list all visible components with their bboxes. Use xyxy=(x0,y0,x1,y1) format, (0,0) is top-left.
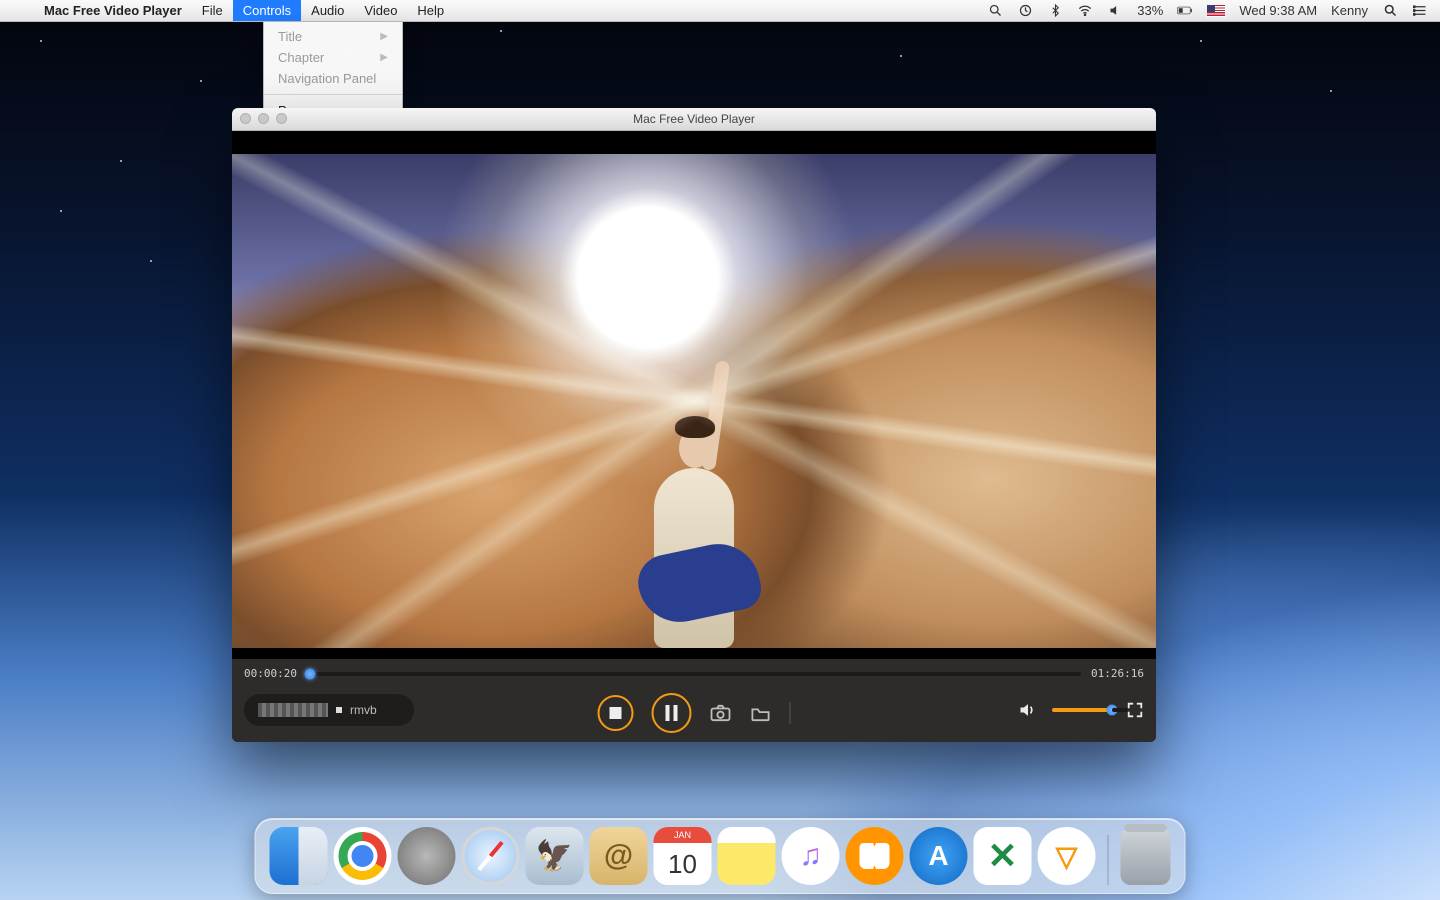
video-viewport[interactable] xyxy=(232,131,1156,671)
dock-spreadsheet-icon[interactable] xyxy=(974,827,1032,885)
fullscreen-button[interactable] xyxy=(1126,701,1144,719)
player-controlbar: 00:00:20 01:26:16 rmvb xyxy=(232,659,1156,742)
battery-icon[interactable] xyxy=(1177,3,1193,19)
window-minimize-button[interactable] xyxy=(258,113,269,124)
file-extension: rmvb xyxy=(350,703,377,717)
dock-itunes-icon[interactable] xyxy=(782,827,840,885)
dock-trash-icon[interactable] xyxy=(1121,829,1171,885)
dock-mail-icon[interactable] xyxy=(526,827,584,885)
app-name[interactable]: Mac Free Video Player xyxy=(34,0,192,21)
window-title: Mac Free Video Player xyxy=(633,112,755,126)
pause-button[interactable] xyxy=(652,693,692,733)
dock-ibooks-icon[interactable] xyxy=(846,827,904,885)
clock[interactable]: Wed 9:38 AM xyxy=(1239,3,1317,18)
input-source-flag-icon[interactable] xyxy=(1207,5,1225,17)
magnify-icon[interactable] xyxy=(987,3,1003,19)
timemachine-icon[interactable] xyxy=(1017,3,1033,19)
window-traffic-lights xyxy=(240,113,287,124)
dock-chrome-icon[interactable] xyxy=(334,827,392,885)
dropdown-item-navigation-panel: Navigation Panel xyxy=(264,68,402,89)
volume-icon[interactable] xyxy=(1107,3,1123,19)
bluetooth-icon[interactable] xyxy=(1047,3,1063,19)
dock-finder-icon[interactable] xyxy=(270,827,328,885)
dock-notes-icon[interactable] xyxy=(718,827,776,885)
window-titlebar[interactable]: Mac Free Video Player xyxy=(232,108,1156,131)
time-elapsed: 00:00:20 xyxy=(244,667,297,680)
dock-launchpad-icon[interactable] xyxy=(398,827,456,885)
submenu-arrow-icon: ▶ xyxy=(380,31,388,42)
menu-video[interactable]: Video xyxy=(354,0,407,21)
window-close-button[interactable] xyxy=(240,113,251,124)
submenu-arrow-icon: ▶ xyxy=(380,52,388,63)
spotlight-icon[interactable] xyxy=(1382,3,1398,19)
menu-help[interactable]: Help xyxy=(407,0,454,21)
system-menubar: Mac Free Video Player File Controls Audi… xyxy=(0,0,1440,22)
mute-button[interactable] xyxy=(1018,701,1038,719)
seek-slider[interactable] xyxy=(307,672,1081,676)
dock: JAN 10 xyxy=(255,818,1186,894)
snapshot-button[interactable] xyxy=(710,704,732,722)
menu-audio[interactable]: Audio xyxy=(301,0,354,21)
dock-videoplayer-icon[interactable] xyxy=(1038,827,1096,885)
window-zoom-button[interactable] xyxy=(276,113,287,124)
wifi-icon[interactable] xyxy=(1077,3,1093,19)
dock-appstore-icon[interactable] xyxy=(910,827,968,885)
dock-safari-icon[interactable] xyxy=(462,827,520,885)
calendar-day: 10 xyxy=(654,843,712,885)
notification-center-icon[interactable] xyxy=(1412,3,1428,19)
dock-separator xyxy=(1108,835,1109,885)
calendar-month: JAN xyxy=(654,827,712,843)
dock-calendar-icon[interactable]: JAN 10 xyxy=(654,827,712,885)
menu-file[interactable]: File xyxy=(192,0,233,21)
stop-button[interactable] xyxy=(598,695,634,731)
dropdown-item-chapter: Chapter▶ xyxy=(264,47,402,68)
filename-obscured xyxy=(258,703,328,717)
open-folder-button[interactable] xyxy=(750,704,772,722)
time-duration: 01:26:16 xyxy=(1091,667,1144,680)
volume-slider[interactable] xyxy=(1052,708,1112,712)
video-frame-art xyxy=(232,154,1156,648)
control-separator xyxy=(790,702,791,724)
dropdown-separator xyxy=(264,94,402,95)
battery-percentage: 33% xyxy=(1137,3,1163,18)
dropdown-item-title: Title▶ xyxy=(264,26,402,47)
seek-thumb[interactable] xyxy=(305,668,316,679)
player-window: Mac Free Video Player 00:00:20 01:26:16 xyxy=(232,108,1156,742)
volume-thumb[interactable] xyxy=(1107,705,1118,716)
now-playing-pill[interactable]: rmvb xyxy=(244,694,414,726)
dock-contacts-icon[interactable] xyxy=(590,827,648,885)
video-figure xyxy=(619,368,769,648)
user-menu[interactable]: Kenny xyxy=(1331,3,1368,18)
menu-controls[interactable]: Controls xyxy=(233,0,301,21)
